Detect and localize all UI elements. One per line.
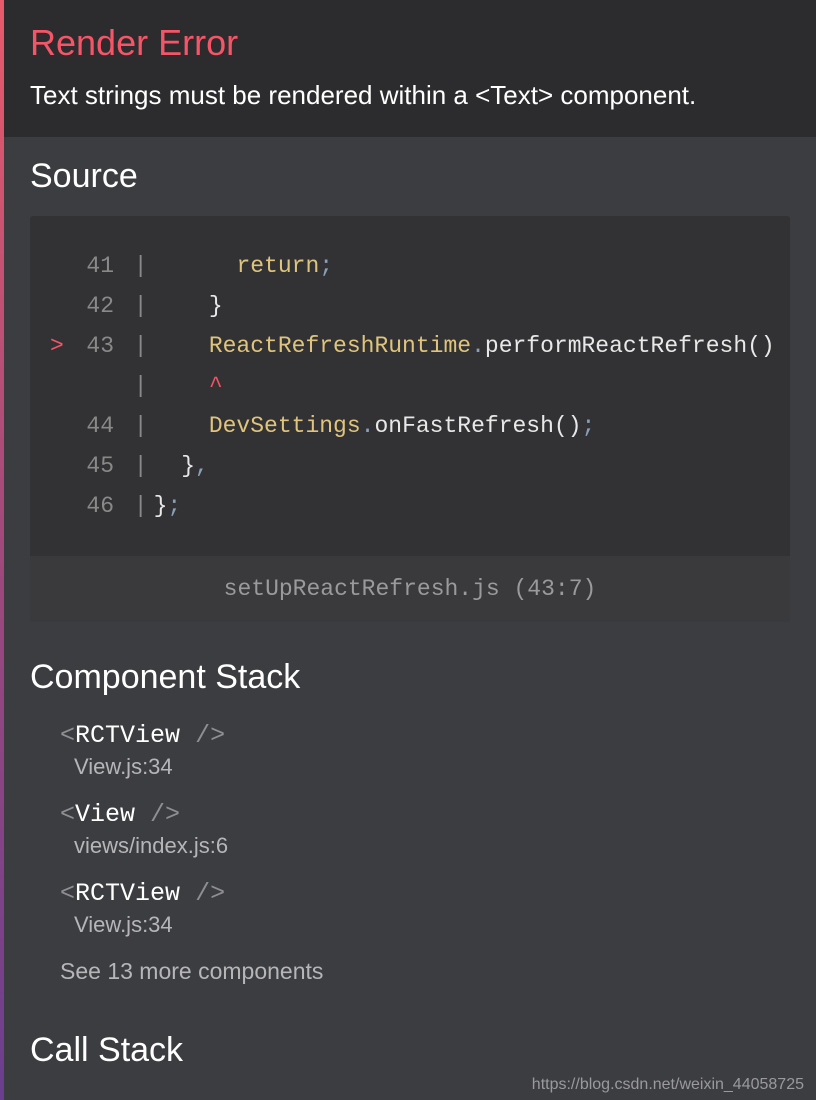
code-line: 45 | }, [50, 446, 770, 486]
source-section: Source 41 | return; 42 | }> 43 | ReactRe… [4, 137, 816, 632]
component-stack-item[interactable]: <RCTView /> View.js:34 [30, 879, 790, 938]
line-separator: | [114, 366, 154, 406]
component-tag: <RCTView /> [60, 879, 790, 908]
line-number: 45 [78, 446, 114, 486]
error-message: Text strings must be rendered within a <… [30, 80, 790, 111]
code-content: return; [154, 246, 770, 286]
error-line-marker [50, 486, 78, 526]
code-line: > 43 | ReactRefreshRuntime.performReactR… [50, 326, 770, 366]
component-stack-item[interactable]: <RCTView /> View.js:34 [30, 721, 790, 780]
code-line: 46 |}; [50, 486, 770, 526]
component-stack-title: Component Stack [30, 658, 790, 697]
line-number [78, 366, 114, 406]
component-stack-item[interactable]: <View /> views/index.js:6 [30, 800, 790, 859]
line-separator: | [114, 286, 154, 326]
error-line-marker [50, 286, 78, 326]
code-content: }; [154, 486, 770, 526]
code-content: DevSettings.onFastRefresh(); [154, 406, 770, 446]
error-header: Render Error Text strings must be render… [4, 0, 816, 137]
error-line-marker [50, 446, 78, 486]
line-number: 42 [78, 286, 114, 326]
line-separator: | [114, 326, 154, 366]
component-location: views/index.js:6 [60, 833, 790, 859]
watermark-text: https://blog.csdn.net/weixin_44058725 [532, 1076, 804, 1094]
line-separator: | [114, 246, 154, 286]
component-location: View.js:34 [60, 754, 790, 780]
code-line: 41 | return; [50, 246, 770, 286]
error-line-marker [50, 366, 78, 406]
code-content: } [154, 286, 770, 326]
line-number: 46 [78, 486, 114, 526]
call-stack-section: Call Stack [4, 995, 816, 1070]
component-stack-section: Component Stack <RCTView /> View.js:34 <Vi… [4, 632, 816, 995]
code-line: | ^ [50, 366, 770, 406]
call-stack-title: Call Stack [30, 1031, 790, 1070]
code-content: }, [154, 446, 770, 486]
component-stack-list: <RCTView /> View.js:34 <View /> views/index… [30, 721, 790, 938]
line-separator: | [114, 406, 154, 446]
component-tag: <RCTView /> [60, 721, 790, 750]
error-line-marker [50, 406, 78, 446]
error-line-marker: > [50, 326, 78, 366]
code-lines-container: 41 | return; 42 | }> 43 | ReactRefreshRu… [30, 216, 790, 556]
see-more-components-link[interactable]: See 13 more components [30, 958, 790, 985]
line-number: 41 [78, 246, 114, 286]
line-separator: | [114, 446, 154, 486]
line-number: 44 [78, 406, 114, 446]
code-content: ReactRefreshRuntime.performReactRefresh(… [154, 326, 775, 366]
error-title: Render Error [30, 22, 790, 64]
source-title: Source [30, 157, 790, 196]
source-code-block: 41 | return; 42 | }> 43 | ReactRefreshRu… [30, 216, 790, 622]
component-location: View.js:34 [60, 912, 790, 938]
error-line-marker [50, 246, 78, 286]
line-number: 43 [78, 326, 114, 366]
file-location: setUpReactRefresh.js (43:7) [30, 556, 790, 622]
code-content: ^ [154, 366, 770, 406]
code-line: 42 | } [50, 286, 770, 326]
code-line: 44 | DevSettings.onFastRefresh(); [50, 406, 770, 446]
line-separator: | [114, 486, 154, 526]
component-tag: <View /> [60, 800, 790, 829]
accent-gradient-bar [0, 0, 4, 1100]
